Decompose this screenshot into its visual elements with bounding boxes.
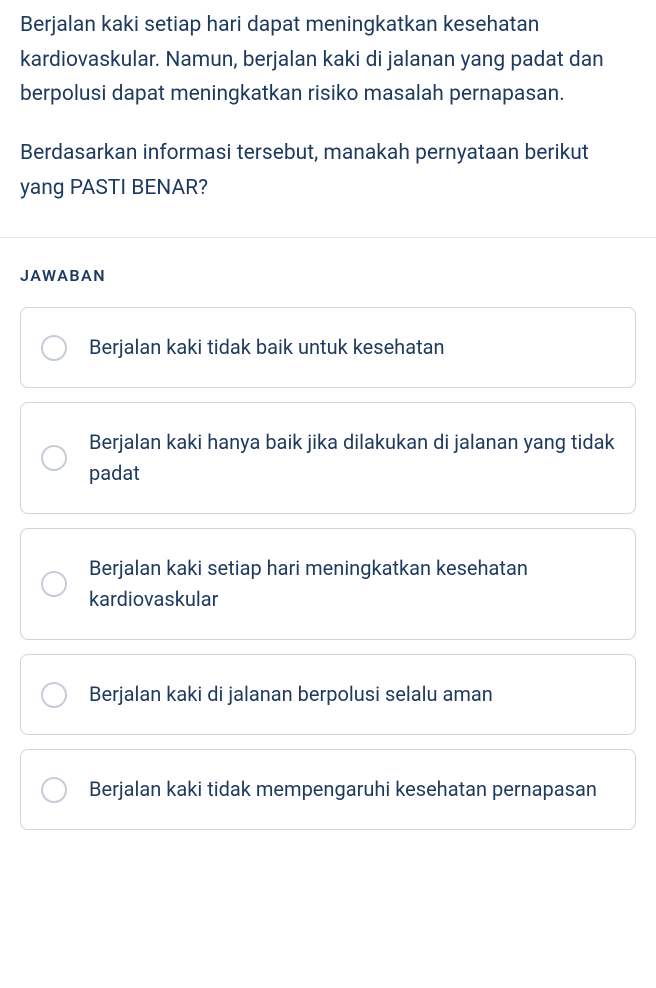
answer-label: Berjalan kaki tidak baik untuk kesehatan — [89, 332, 445, 363]
answer-option-1[interactable]: Berjalan kaki tidak baik untuk kesehatan — [20, 307, 636, 388]
radio-icon — [41, 682, 67, 708]
answer-option-5[interactable]: Berjalan kaki tidak mempengaruhi kesehat… — [20, 749, 636, 830]
answer-option-4[interactable]: Berjalan kaki di jalanan berpolusi selal… — [20, 654, 636, 735]
answer-label: Berjalan kaki tidak mempengaruhi kesehat… — [89, 774, 597, 805]
radio-icon — [41, 571, 67, 597]
answer-option-3[interactable]: Berjalan kaki setiap hari meningkatkan k… — [20, 528, 636, 640]
answer-label: Berjalan kaki hanya baik jika dilakukan … — [89, 427, 615, 489]
answer-label: Berjalan kaki setiap hari meningkatkan k… — [89, 553, 615, 615]
radio-icon — [41, 445, 67, 471]
answer-heading: JAWABAN — [20, 266, 636, 285]
radio-icon — [41, 777, 67, 803]
answer-section: JAWABAN Berjalan kaki tidak baik untuk k… — [0, 238, 656, 830]
question-text: Berjalan kaki setiap hari dapat meningka… — [20, 8, 636, 205]
question-paragraph-2: Berdasarkan informasi tersebut, manakah … — [20, 136, 636, 205]
answer-label: Berjalan kaki di jalanan berpolusi selal… — [89, 679, 493, 710]
radio-icon — [41, 335, 67, 361]
question-block: Berjalan kaki setiap hari dapat meningka… — [0, 0, 656, 205]
question-paragraph-1: Berjalan kaki setiap hari dapat meningka… — [20, 8, 636, 112]
answer-option-2[interactable]: Berjalan kaki hanya baik jika dilakukan … — [20, 402, 636, 514]
